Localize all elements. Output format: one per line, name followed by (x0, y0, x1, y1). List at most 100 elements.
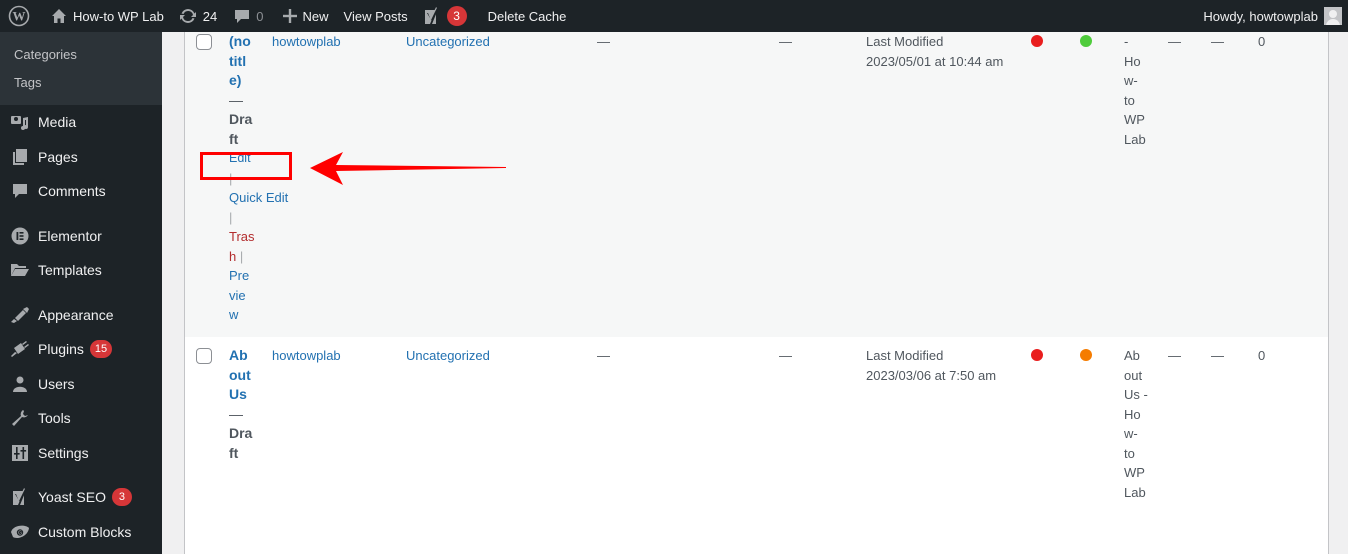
site-name: How-to WP Lab (73, 8, 164, 24)
new-content-button[interactable]: New (271, 0, 336, 32)
media-icon (10, 112, 30, 132)
readability-score-dot (1080, 349, 1092, 361)
yoast-sidebar-badge: 3 (111, 488, 132, 507)
plugins-update-badge: 15 (89, 340, 113, 359)
quick-edit-link[interactable]: Quick Edit (229, 188, 288, 208)
meta-desc-cell: — (1168, 34, 1181, 49)
updates-link[interactable]: 24 (171, 0, 224, 32)
sidebar-item-plugins[interactable]: Plugins 15 (0, 332, 162, 367)
user-icon (10, 374, 30, 394)
admin-bar: W How-to WP Lab 24 0 New View Posts 3 De… (0, 0, 1348, 32)
sidebar-item-comments[interactable]: Comments (0, 174, 162, 209)
seo-title-cell: Ab out Us - Ho w- to WP Lab (1124, 348, 1148, 500)
sidebar-label-templates: Templates (38, 262, 102, 279)
yoast-notification-badge: 3 (446, 6, 467, 26)
table-row: Ab out Us — Dra ft howtowplab Uncategori… (185, 337, 1328, 554)
category-link[interactable]: Uncategorized (406, 346, 490, 366)
sidebar-item-pages[interactable]: Pages (0, 140, 162, 175)
plugin-icon (10, 339, 30, 359)
sidebar-label-appearance: Appearance (38, 306, 114, 323)
submenu-tags[interactable]: Tags (0, 68, 162, 96)
sidebar-item-templates[interactable]: Templates (0, 253, 162, 288)
keyphrase-cell: — (1211, 348, 1224, 363)
sidebar-label-comments: Comments (38, 183, 106, 200)
new-label: New (302, 8, 329, 24)
author-link[interactable]: howtowplab (272, 32, 341, 52)
post-state: Dra ft (229, 425, 253, 461)
trash-link[interactable]: Tras h | (229, 227, 257, 266)
readability-score-dot (1080, 35, 1092, 47)
wp-logo-button[interactable]: W (0, 0, 37, 32)
elementor-icon (10, 226, 30, 246)
home-icon (52, 9, 66, 23)
author-link[interactable]: howtowplab (272, 346, 341, 366)
row-checkbox[interactable] (196, 34, 212, 50)
keyphrase-cell: — (1211, 34, 1224, 49)
date-cell: Last Modified 2023/05/01 at 10:44 am (866, 32, 1003, 71)
sidebar-label-plugins: Plugins (38, 341, 84, 358)
menu-separator (0, 209, 162, 219)
sidebar-item-custom-blocks[interactable]: G Custom Blocks (0, 515, 162, 550)
sidebar-item-yoast-seo[interactable]: Yoast SEO 3 (0, 480, 162, 515)
menu-separator (0, 470, 162, 480)
svg-text:G: G (18, 530, 22, 536)
date-value: 2023/05/01 at 10:44 am (866, 53, 1004, 69)
sidebar-label-pages: Pages (38, 148, 78, 165)
yoast-icon (10, 487, 30, 507)
delete-cache-button[interactable]: Delete Cache (474, 0, 574, 32)
posts-submenu: Categories Tags (0, 32, 162, 105)
date-value: 2023/03/06 at 7:50 am (866, 367, 997, 383)
tags-cell: — (597, 348, 610, 363)
custom-blocks-icon: G (10, 522, 30, 542)
comment-icon (235, 10, 250, 23)
plus-icon (282, 9, 297, 23)
posts-table: (no titl e) — Dra ft Edit | Quick Edit |… (184, 32, 1329, 554)
post-state: Dra ft (229, 111, 253, 147)
links-count-cell: 0 (1258, 348, 1266, 363)
sidebar-label-elementor: Elementor (38, 227, 102, 244)
sidebar-item-settings[interactable]: Settings (0, 436, 162, 471)
sidebar-item-elementor[interactable]: Elementor (0, 219, 162, 254)
wordpress-logo-icon: W (8, 5, 30, 27)
site-name-link[interactable]: How-to WP Lab (37, 0, 171, 32)
yoast-menu-button[interactable]: 3 (415, 0, 474, 32)
sidebar-item-tools[interactable]: Tools (0, 401, 162, 436)
yoast-icon (424, 7, 439, 24)
post-title-link[interactable]: (no titl e) (229, 32, 257, 91)
sidebar-label-media: Media (38, 114, 77, 131)
category-link[interactable]: Uncategorized (406, 32, 490, 52)
submenu-categories[interactable]: Categories (0, 40, 162, 68)
tags-cell: — (597, 34, 610, 49)
links-count-cell: 0 (1258, 34, 1266, 49)
comments-cell: — (779, 348, 792, 363)
main-content: (no titl e) — Dra ft Edit | Quick Edit |… (162, 32, 1348, 554)
comments-link[interactable]: 0 (224, 0, 270, 32)
seo-title-cell: - Ho w- to WP Lab (1124, 34, 1146, 147)
row-checkbox[interactable] (196, 348, 212, 364)
preview-link[interactable]: Pre vie w (229, 266, 257, 325)
date-cell: Last Modified 2023/03/06 at 7:50 am (866, 346, 996, 385)
meta-desc-cell: — (1168, 348, 1181, 363)
sliders-icon (10, 443, 30, 463)
my-account-menu[interactable]: Howdy, howtowplab (1196, 0, 1348, 32)
edit-highlight-box (200, 152, 292, 180)
sidebar-item-users[interactable]: Users (0, 367, 162, 402)
title-cell: Ab out Us — Dra ft (229, 346, 257, 463)
avatar (1324, 7, 1342, 25)
sidebar-item-media[interactable]: Media (0, 105, 162, 140)
sidebar-label-users: Users (38, 375, 75, 392)
state-dash: — (229, 405, 243, 422)
comments-icon (10, 181, 30, 201)
sidebar-label-yoast-seo: Yoast SEO (38, 489, 106, 506)
seo-score-dot (1031, 35, 1043, 47)
view-posts-label: View Posts (343, 8, 408, 24)
view-posts-link[interactable]: View Posts (336, 0, 415, 32)
state-dash: — (229, 91, 243, 108)
post-title-link[interactable]: Ab out Us (229, 346, 257, 405)
sidebar-item-appearance[interactable]: Appearance (0, 298, 162, 333)
sidebar-label-tools: Tools (38, 410, 71, 427)
updates-count: 24 (202, 8, 218, 24)
svg-text:W: W (13, 9, 26, 24)
date-label: Last Modified (866, 34, 944, 49)
updates-icon (179, 9, 196, 23)
